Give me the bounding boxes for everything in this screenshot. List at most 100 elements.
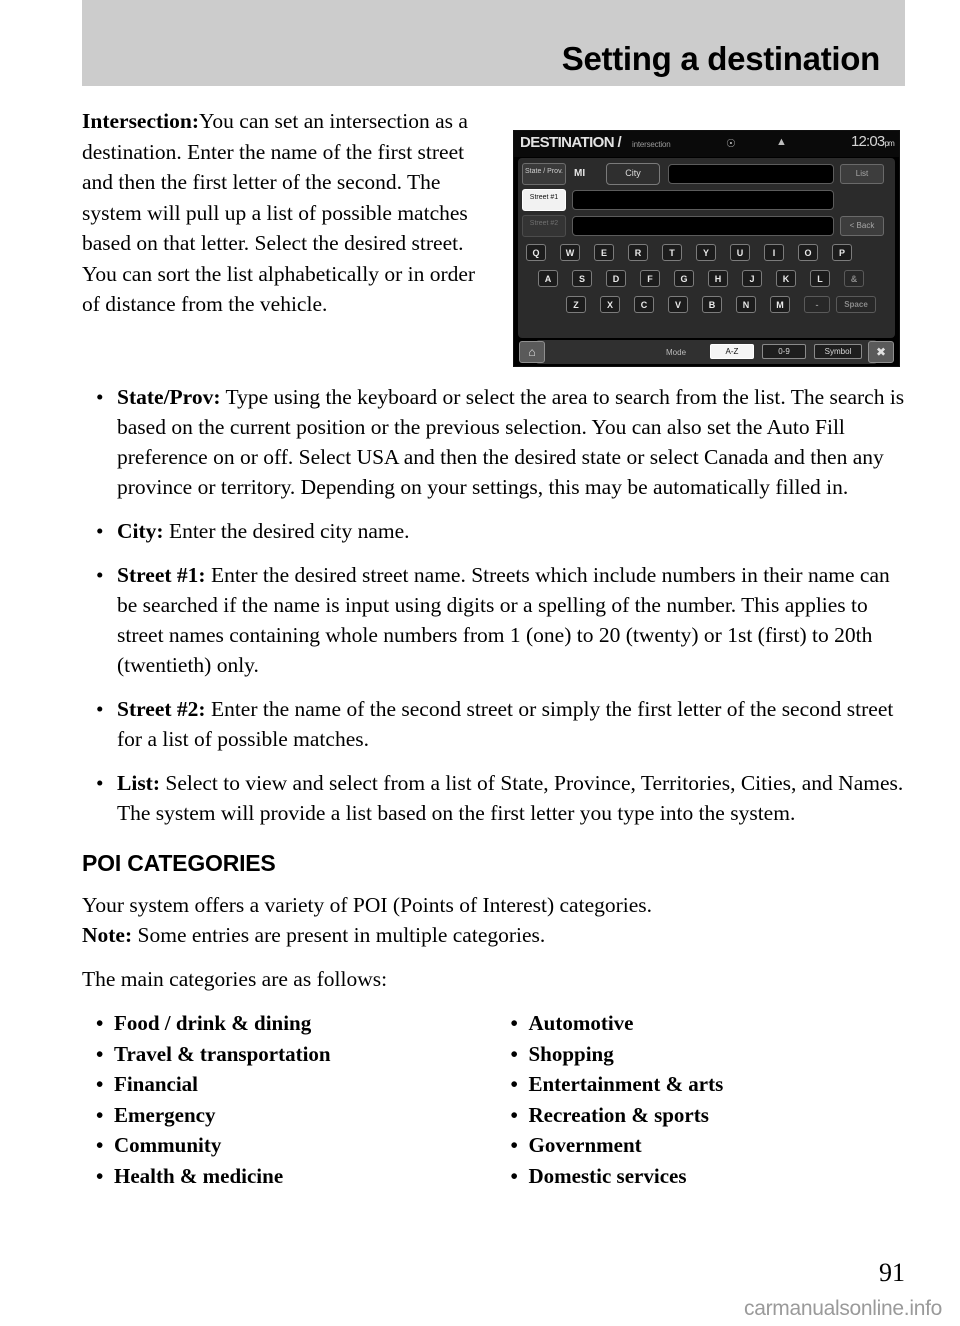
key-w[interactable]: W: [560, 244, 580, 261]
navigation-screen-image: DESTINATION / intersection ☉ ▲ 12:03pm S…: [513, 130, 900, 367]
bullet-icon: •: [96, 1163, 104, 1188]
nav-mode-label: Mode: [666, 348, 687, 357]
home-icon[interactable]: ⌂: [519, 341, 545, 363]
key-o[interactable]: O: [798, 244, 818, 261]
key-b[interactable]: B: [702, 296, 722, 313]
poi-category-label: Financial: [114, 1072, 199, 1096]
bullet-icon: •: [96, 1011, 104, 1035]
bullet-icon: •: [510, 1163, 518, 1188]
list-item: • List: Select to view and select from a…: [82, 768, 905, 828]
key-a[interactable]: A: [538, 270, 558, 287]
key-z[interactable]: Z: [566, 296, 586, 313]
nav-screen-subtitle: intersection: [632, 140, 671, 149]
bullet-icon: •: [96, 1041, 104, 1066]
nav-street2-button[interactable]: Street #2: [522, 215, 566, 237]
key-x[interactable]: X: [600, 296, 620, 313]
section-heading-poi-categories: POI CATEGORIES: [82, 850, 276, 876]
nav-screen-body: State / Prov. MI City List Street #1 Str…: [518, 158, 895, 338]
bullet-icon: •: [96, 1133, 104, 1157]
key-k[interactable]: K: [776, 270, 796, 287]
nav-street1-field[interactable]: [572, 190, 834, 210]
poi-category-column-left: • Food / drink & dining • Travel & transpo…: [82, 1008, 491, 1191]
page-number: 91: [879, 1258, 905, 1287]
bullet-term: Street #1:: [117, 563, 206, 587]
bullet-icon: •: [510, 1102, 518, 1127]
list-item: • State/Prov: Type using the keyboard or…: [82, 382, 905, 502]
intro-body: You can set an intersection as a destina…: [82, 109, 476, 316]
poi-note-term: Note:: [82, 923, 133, 947]
nav-state-value: MI: [574, 168, 586, 179]
bullet-text: Enter the desired city name.: [163, 519, 410, 543]
key-s[interactable]: S: [572, 270, 592, 287]
key-h[interactable]: H: [708, 270, 728, 287]
list-item: • Domestic services: [497, 1161, 906, 1192]
key-l[interactable]: L: [810, 270, 830, 287]
key-ampersand[interactable]: &: [844, 270, 864, 287]
key-t[interactable]: T: [662, 244, 682, 261]
nav-status-bar: DESTINATION / intersection ☉ ▲ 12:03pm: [514, 131, 899, 157]
bullet-term: City:: [117, 519, 164, 543]
key-y[interactable]: Y: [696, 244, 716, 261]
poi-category-column-right: • Automotive • Shopping • Entertainment & a…: [491, 1008, 906, 1191]
bullet-text: Select to view and select from a list of…: [117, 771, 904, 825]
key-q[interactable]: Q: [526, 244, 546, 261]
list-item: • Health & medicine: [82, 1161, 491, 1192]
poi-category-label: Recreation & sports: [528, 1102, 709, 1127]
intro-paragraph: Intersection:You can set an intersection…: [82, 106, 497, 320]
nav-list-button[interactable]: List: [840, 164, 884, 184]
bullet-term: List:: [117, 771, 160, 795]
list-item: • Food / drink & dining: [82, 1008, 491, 1039]
list-item: • Recreation & sports: [497, 1100, 906, 1131]
poi-lead-in: The main categories are as follows:: [82, 967, 388, 991]
key-d[interactable]: D: [606, 270, 626, 287]
bullet-icon: •: [510, 1041, 518, 1066]
mode-button-symbol[interactable]: Symbol: [814, 344, 862, 359]
poi-category-label: Food / drink & dining: [114, 1011, 312, 1035]
nav-street1-button[interactable]: Street #1: [522, 189, 566, 211]
nav-state-prov-button[interactable]: State / Prov.: [522, 163, 566, 185]
list-item: • Shopping: [497, 1039, 906, 1070]
poi-category-label: Shopping: [528, 1041, 614, 1066]
mode-button-az[interactable]: A-Z: [710, 344, 754, 359]
nav-back-button[interactable]: < Back: [840, 216, 884, 236]
bullet-text: Enter the desired street name. Streets w…: [117, 563, 890, 677]
key-g[interactable]: G: [674, 270, 694, 287]
bullet-text: Enter the name of the second street or s…: [117, 697, 894, 751]
poi-category-label: Domestic services: [528, 1163, 687, 1188]
key-n[interactable]: N: [736, 296, 756, 313]
nav-screen-title: DESTINATION /: [520, 134, 622, 151]
key-e[interactable]: E: [594, 244, 614, 261]
bullet-icon: •: [96, 385, 104, 409]
bullet-icon: •: [96, 563, 104, 587]
nav-street2-field[interactable]: [572, 216, 834, 236]
key-i[interactable]: I: [764, 244, 784, 261]
bullet-term: Street #2:: [117, 697, 206, 721]
watermark: carmanualsonline.info: [744, 1297, 942, 1320]
key-u[interactable]: U: [730, 244, 750, 261]
poi-category-label: Emergency: [114, 1102, 216, 1127]
list-item: • Community: [82, 1130, 491, 1161]
key-space[interactable]: Space: [836, 296, 876, 313]
bullet-icon: •: [510, 1133, 518, 1157]
list-item: • Entertainment & arts: [497, 1069, 906, 1100]
intro-section: Intersection:You can set an intersection…: [82, 106, 905, 368]
page-title: Setting a destination: [561, 40, 881, 77]
poi-intro-line: Your system offers a variety of POI (Poi…: [82, 893, 653, 917]
bullet-term: State/Prov:: [117, 385, 221, 409]
key-hyphen[interactable]: -: [804, 296, 830, 313]
key-p[interactable]: P: [832, 244, 852, 261]
key-v[interactable]: V: [668, 296, 688, 313]
list-item: • Travel & transportation: [82, 1039, 491, 1070]
key-m[interactable]: M: [770, 296, 790, 313]
bullet-icon: •: [96, 1102, 104, 1127]
key-j[interactable]: J: [742, 270, 762, 287]
field-description-list: • State/Prov: Type using the keyboard or…: [82, 382, 905, 828]
nav-city-field[interactable]: [668, 164, 834, 184]
mode-button-09[interactable]: 0-9: [762, 344, 806, 359]
nav-city-button[interactable]: City: [606, 163, 660, 185]
key-f[interactable]: F: [640, 270, 660, 287]
list-item: • Street #2: Enter the name of the secon…: [82, 694, 905, 754]
key-c[interactable]: C: [634, 296, 654, 313]
key-r[interactable]: R: [628, 244, 648, 261]
expand-icon[interactable]: ✖: [868, 341, 894, 363]
